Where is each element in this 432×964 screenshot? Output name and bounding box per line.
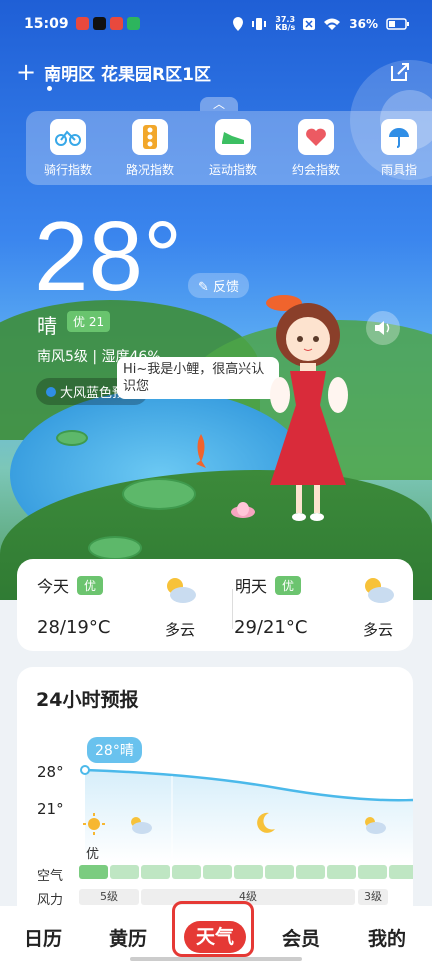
temperature-curve (80, 765, 413, 862)
mascot-character[interactable] (250, 285, 370, 535)
aqi-cell (327, 865, 356, 879)
weather-condition: 晴 (37, 314, 57, 338)
aqi-cell (265, 865, 294, 879)
y-axis-low: 21° (37, 800, 64, 818)
lily-pad (88, 536, 142, 560)
clock: 15:09 (24, 16, 69, 32)
index-label: 约会指数 (291, 163, 340, 177)
index-item-dating[interactable]: 约会指数 (276, 119, 356, 178)
feedback-button[interactable]: ✎ 反馈 (188, 273, 250, 298)
collapse-chevron-icon[interactable]: ︿ (200, 97, 238, 111)
tomorrow-temp-range: 29/21°C (234, 617, 308, 638)
cloudy-night-icon (365, 817, 386, 834)
moon-icon (257, 812, 275, 833)
umbrella-icon (381, 119, 417, 155)
location-bar: + 南明区 花果园R区1区 (16, 58, 211, 86)
aqi-cell (141, 865, 170, 879)
index-label: 路况指数 (125, 163, 174, 177)
wifi-icon (324, 18, 341, 30)
current-temperature: 28° (34, 201, 183, 311)
feedback-label: 反馈 (213, 280, 240, 295)
index-label: 雨具指 (380, 163, 417, 177)
nav-item-calendar[interactable]: 日历 (24, 924, 62, 951)
tomorrow-desc: 多云 (363, 621, 394, 639)
aqi-cell (203, 865, 232, 879)
status-bar: 15:09 37.3 KB/s 36% (0, 0, 432, 50)
divider (232, 589, 233, 629)
aqi-cell (172, 865, 201, 879)
partly-cloudy-icon (167, 578, 196, 603)
battery-level: 36% (349, 17, 378, 31)
index-item-traffic[interactable]: 路况指数 (110, 119, 190, 178)
tomorrow-aqi-badge: 优 (275, 576, 302, 595)
aqi-badge[interactable]: 优 21 (67, 311, 111, 332)
partly-cloudy-icon (131, 817, 152, 834)
wind-cell: 3级 (358, 889, 388, 905)
tiktok-icon (93, 17, 106, 30)
aqi-cell (79, 865, 108, 879)
location-pin-icon (233, 17, 244, 31)
index-label: 骑行指数 (43, 163, 92, 177)
hourly-forecast-card[interactable]: 24小时预报 28°晴 28° 21° 优 空气 风力 5级 4级 3级 (17, 667, 413, 917)
aqi-cell (389, 865, 413, 879)
today-desc: 多云 (165, 621, 196, 639)
aqi-cell (358, 865, 387, 879)
no-sim-icon (303, 18, 316, 30)
speaker-icon (375, 321, 390, 335)
share-icon[interactable] (388, 60, 412, 84)
add-city-icon[interactable]: + (16, 58, 36, 86)
bike-icon (50, 119, 86, 155)
nav-item-mine[interactable]: 我的 (368, 924, 406, 951)
nav-item-membership[interactable]: 会员 (282, 924, 320, 951)
first-hour-aqi: 优 (86, 847, 100, 862)
index-item-cycling[interactable]: 骑行指数 (28, 119, 108, 178)
nav-item-almanac[interactable]: 黄历 (109, 924, 147, 951)
traffic-light-icon (132, 119, 168, 155)
heart-icon (298, 119, 334, 155)
tomorrow-label: 明天优 (235, 573, 302, 597)
highlight-box (172, 901, 254, 957)
app-notification-icon (76, 17, 89, 30)
daily-summary-card[interactable]: 今天优 28/19°C 多云 明天优 29/21°C 多云 (17, 559, 413, 651)
app-notification-icon (127, 17, 140, 30)
sneaker-icon (215, 119, 251, 155)
hourly-forecast-title: 24小时预报 (36, 689, 139, 711)
location-name[interactable]: 南明区 花果园R区1区 (44, 60, 211, 85)
home-indicator[interactable] (130, 957, 302, 961)
lily-pad (122, 478, 196, 510)
koi-icon (196, 434, 206, 468)
current-temp-bubble: 28°晴 (87, 737, 142, 763)
index-label: 运动指数 (208, 163, 257, 177)
vibrate-icon (252, 18, 267, 30)
battery-icon (386, 18, 409, 30)
today-temp-range: 28/19°C (37, 617, 111, 638)
notification-icons (76, 17, 140, 30)
alert-icon (46, 387, 56, 397)
life-index-strip[interactable]: 骑行指数 路况指数 运动指数 约会指数 雨具指 (26, 111, 432, 185)
sun-icon (83, 813, 105, 835)
aqi-row-label: 空气 (37, 869, 64, 884)
status-icons: 37.3 KB/s 36% (233, 16, 410, 32)
aqi-cell (234, 865, 263, 879)
index-item-umbrella[interactable]: 雨具指 (359, 119, 432, 178)
aqi-cell (296, 865, 325, 879)
today-label: 今天优 (37, 573, 104, 597)
partly-cloudy-icon (365, 578, 394, 603)
wind-cell: 5级 (79, 889, 139, 905)
today-aqi-badge: 优 (77, 576, 104, 595)
network-speed: 37.3 KB/s (275, 15, 296, 32)
lily-pad (56, 430, 88, 446)
app-notification-icon (110, 17, 123, 30)
speaker-button[interactable] (366, 311, 400, 345)
index-item-sport[interactable]: 运动指数 (193, 119, 273, 178)
aqi-cell (110, 865, 139, 879)
y-axis-high: 28° (37, 763, 64, 781)
page-indicator-dot (47, 86, 52, 91)
